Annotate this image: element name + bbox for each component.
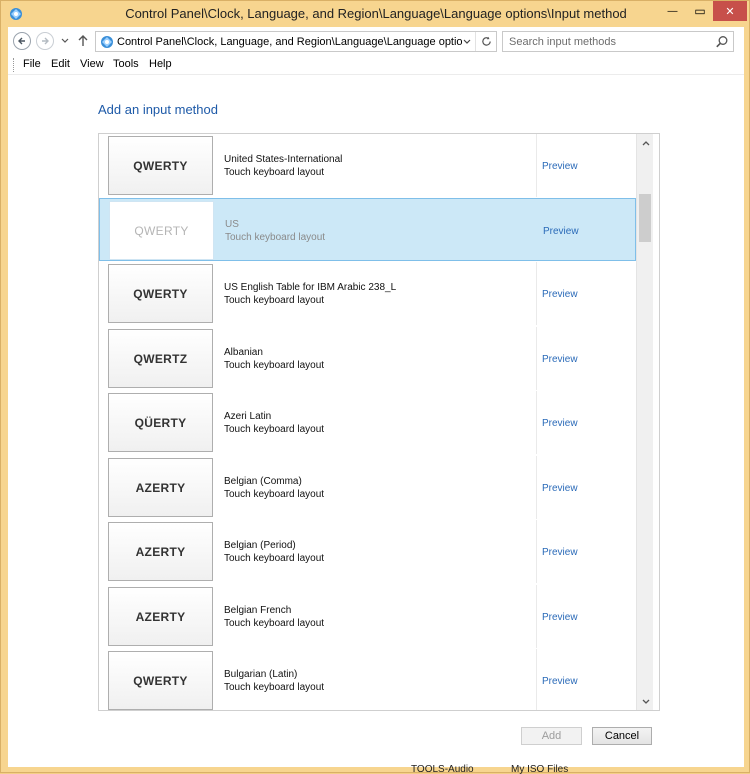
address-bar[interactable]: Control Panel\Clock, Language, and Regio…	[95, 31, 497, 52]
search-input[interactable]	[503, 32, 711, 51]
maximize-button[interactable]: ▭	[687, 1, 713, 21]
up-arrow-icon	[78, 35, 88, 46]
chevron-down-icon	[61, 38, 69, 43]
layout-name: Belgian (Period)	[224, 540, 296, 551]
preview-link[interactable]: Preview	[542, 354, 578, 365]
scroll-up-button[interactable]	[637, 134, 654, 151]
minimize-button[interactable]: —	[658, 1, 687, 21]
window-frame: Control Panel\Clock, Language, and Regio…	[0, 0, 750, 774]
preview-link[interactable]: Preview	[543, 226, 579, 237]
up-button[interactable]	[76, 32, 90, 50]
column-divider	[536, 134, 537, 197]
column-divider	[536, 649, 537, 710]
control-panel-icon	[99, 34, 115, 50]
menu-edit[interactable]: Edit	[51, 58, 70, 70]
input-method-list[interactable]: QWERTY United States-International Touch…	[98, 133, 660, 711]
list-item[interactable]: QWERTZ Albanian Touch keyboard layout Pr…	[99, 327, 636, 390]
vertical-scrollbar[interactable]	[636, 134, 653, 710]
column-divider	[536, 262, 537, 325]
layout-type: Touch keyboard layout	[225, 232, 326, 243]
preview-link[interactable]: Preview	[542, 161, 578, 172]
layout-name: Belgian French	[224, 605, 292, 616]
layout-type: Touch keyboard layout	[224, 295, 325, 306]
preview-link[interactable]: Preview	[542, 289, 578, 300]
menu-help[interactable]: Help	[149, 58, 172, 70]
window-title: Control Panel\Clock, Language, and Regio…	[125, 6, 627, 21]
refresh-button[interactable]	[475, 32, 496, 51]
layout-type: Touch keyboard layout	[224, 682, 325, 693]
keyboard-layout-tile[interactable]: QWERTY	[108, 136, 213, 195]
address-dropdown-button[interactable]	[461, 35, 473, 49]
layout-type: Touch keyboard layout	[224, 618, 325, 629]
keyboard-layout-tile[interactable]: AZERTY	[108, 587, 213, 646]
scroll-down-button[interactable]	[637, 693, 654, 710]
menu-file[interactable]: File	[23, 58, 41, 70]
keyboard-layout-tile[interactable]: AZERTY	[108, 522, 213, 581]
layout-type: Touch keyboard layout	[224, 424, 325, 435]
menu-grip	[13, 58, 14, 72]
layout-name: Bulgarian (Latin)	[224, 669, 298, 680]
list-item[interactable]: AZERTY Belgian French Touch keyboard lay…	[99, 585, 636, 648]
list-item[interactable]: QWERTY Bulgarian (Latin) Touch keyboard …	[99, 649, 636, 710]
preview-link[interactable]: Preview	[542, 418, 578, 429]
list-item-selected[interactable]: QWERTY US Touch keyboard layout Preview	[99, 198, 636, 261]
column-divider	[536, 327, 537, 390]
keyboard-layout-tile[interactable]: QÜERTY	[108, 393, 213, 452]
add-button[interactable]: Add	[521, 727, 582, 745]
recent-locations-button[interactable]	[60, 32, 70, 50]
keyboard-layout-tile[interactable]: QWERTY	[108, 264, 213, 323]
close-button[interactable]: ✕	[713, 1, 747, 21]
client-area: Control Panel\Clock, Language, and Regio…	[8, 27, 744, 767]
refresh-icon	[481, 36, 491, 46]
list-item[interactable]: AZERTY Belgian (Period) Touch keyboard l…	[99, 520, 636, 583]
layout-name: Belgian (Comma)	[224, 476, 302, 487]
column-divider	[536, 585, 537, 648]
list-item[interactable]: QÜERTY Azeri Latin Touch keyboard layout…	[99, 391, 636, 454]
preview-link[interactable]: Preview	[542, 483, 578, 494]
page-title: Add an input method	[98, 102, 218, 117]
layout-name: US English Table for IBM Arabic 238_L	[224, 282, 397, 293]
layout-name: Albanian	[224, 347, 263, 358]
chevron-down-icon	[642, 699, 649, 704]
list-item[interactable]: QWERTY US English Table for IBM Arabic 2…	[99, 262, 636, 325]
layout-name: US	[225, 219, 239, 230]
list-item[interactable]: QWERTY United States-International Touch…	[99, 134, 636, 197]
title-bar[interactable]: Control Panel\Clock, Language, and Regio…	[1, 1, 750, 27]
forward-arrow-icon	[42, 37, 49, 45]
close-icon: ✕	[725, 5, 735, 18]
chevron-up-icon	[642, 140, 649, 145]
list-item[interactable]: AZERTY Belgian (Comma) Touch keyboard la…	[99, 456, 636, 519]
cancel-button[interactable]: Cancel	[592, 727, 652, 745]
keyboard-layout-tile[interactable]: QWERTY	[109, 201, 214, 260]
search-box[interactable]	[502, 31, 734, 52]
menu-bar: File Edit View Tools Help	[8, 55, 744, 75]
scrollbar-thumb[interactable]	[639, 194, 651, 242]
address-path[interactable]: Control Panel\Clock, Language, and Regio…	[117, 36, 462, 48]
preview-link[interactable]: Preview	[542, 612, 578, 623]
column-divider	[536, 520, 537, 583]
menu-tools[interactable]: Tools	[113, 58, 139, 70]
layout-name: Azeri Latin	[224, 411, 272, 422]
layout-type: Touch keyboard layout	[224, 553, 325, 564]
keyboard-layout-tile[interactable]: QWERTZ	[108, 329, 213, 388]
column-divider	[536, 391, 537, 454]
search-icon[interactable]	[715, 35, 729, 49]
column-divider	[536, 456, 537, 519]
layout-type: Touch keyboard layout	[224, 167, 325, 178]
back-arrow-icon	[18, 37, 25, 45]
layout-type: Touch keyboard layout	[224, 489, 325, 500]
chevron-down-icon	[463, 39, 471, 44]
back-button[interactable]	[13, 32, 31, 50]
address-toolbar: Control Panel\Clock, Language, and Regio…	[8, 27, 744, 55]
preview-link[interactable]: Preview	[542, 676, 578, 687]
keyboard-layout-tile[interactable]: AZERTY	[108, 458, 213, 517]
preview-link[interactable]: Preview	[542, 547, 578, 558]
layout-type: Touch keyboard layout	[224, 360, 325, 371]
maximize-icon: ▭	[694, 4, 706, 18]
minimize-icon: —	[667, 5, 678, 17]
forward-button[interactable]	[36, 32, 54, 50]
keyboard-layout-tile[interactable]: QWERTY	[108, 651, 213, 710]
layout-name: United States-International	[224, 154, 343, 165]
menu-view[interactable]: View	[80, 58, 104, 70]
